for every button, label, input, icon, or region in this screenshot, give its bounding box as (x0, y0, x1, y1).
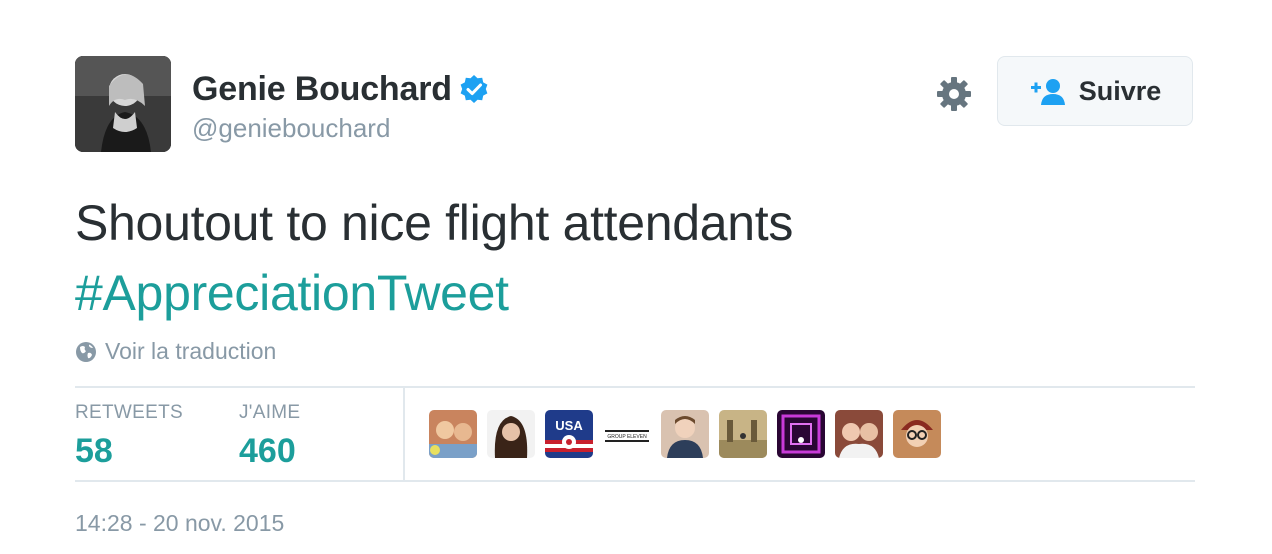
follow-button[interactable]: Suivre (997, 56, 1193, 126)
translate-label: Voir la traduction (105, 338, 277, 364)
liker-avatar-2[interactable] (487, 410, 535, 458)
retweets-count: 58 (75, 432, 113, 470)
verified-badge-icon (460, 74, 488, 103)
translate-link[interactable]: Voir la traduction (75, 338, 276, 365)
retweets-stat[interactable]: RETWEETS 58 (75, 402, 183, 471)
liker-avatar-6[interactable] (719, 410, 767, 458)
stats-bottom-divider (75, 480, 1195, 482)
retweets-label: RETWEETS (75, 402, 183, 423)
liker-avatar-8[interactable] (835, 410, 883, 458)
user-display-name[interactable]: Genie Bouchard (192, 70, 452, 109)
svg-text:GROUP ELEVEN: GROUP ELEVEN (607, 434, 647, 440)
stats-vertical-divider (403, 388, 405, 480)
likes-label: J'AIME (239, 402, 301, 423)
user-photo-icon (75, 56, 171, 152)
add-user-icon (1030, 79, 1065, 105)
liker-avatar-3[interactable]: USA (545, 410, 593, 458)
profile-avatar[interactable] (75, 56, 171, 152)
tweet-text: Shoutout to nice flight attendants #Appr… (75, 188, 1195, 328)
liker-avatar-9[interactable] (893, 410, 941, 458)
tweet-timestamp[interactable]: 14:28 - 20 nov. 2015 (75, 510, 284, 537)
liker-avatar-7[interactable] (777, 410, 825, 458)
gear-icon[interactable] (934, 74, 974, 114)
user-handle[interactable]: @geniebouchard (192, 113, 390, 144)
svg-text:USA: USA (555, 418, 583, 433)
likes-count: 460 (239, 432, 296, 470)
stats-top-divider (75, 386, 1195, 388)
globe-icon (76, 341, 96, 362)
tweet-body: Shoutout to nice flight attendants (75, 195, 794, 251)
liker-avatars: USA GROUP ELEVEN (429, 410, 941, 458)
likes-stat[interactable]: J'AIME 460 (239, 402, 300, 471)
hashtag-link[interactable]: #AppreciationTweet (75, 258, 1195, 328)
liker-avatar-1[interactable] (429, 410, 477, 458)
liker-avatar-5[interactable] (661, 410, 709, 458)
follow-button-label: Suivre (1078, 75, 1162, 106)
liker-avatar-4[interactable]: GROUP ELEVEN (603, 410, 651, 458)
